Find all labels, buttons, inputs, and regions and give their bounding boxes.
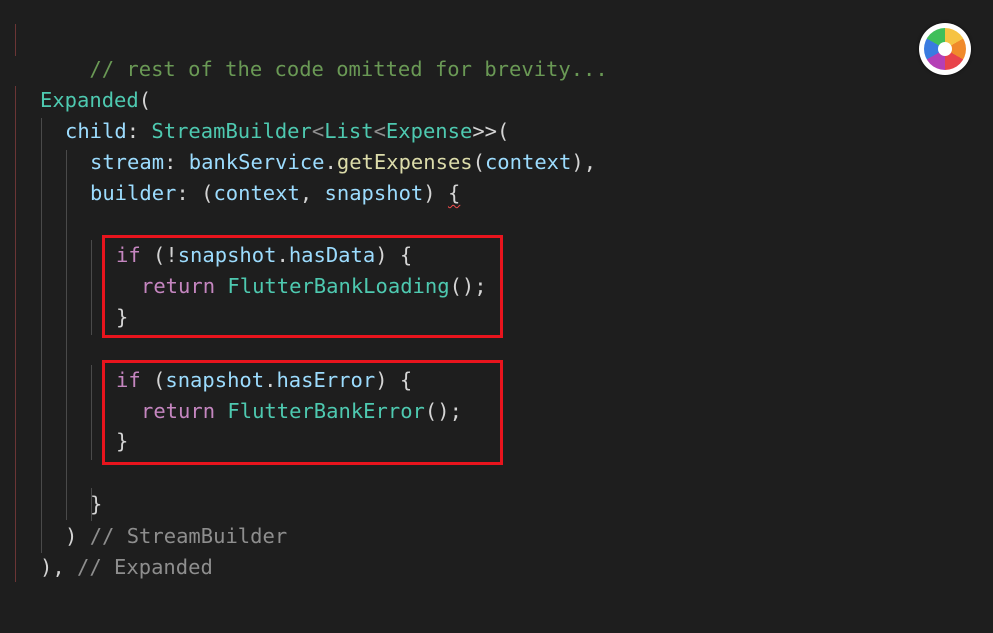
punctuation: : <box>126 119 152 143</box>
property-name: child <box>65 119 127 143</box>
punctuation: >>( <box>472 119 510 143</box>
indent-guide <box>15 86 16 582</box>
punctuation: < <box>373 119 386 143</box>
color-wheel-icon[interactable] <box>919 23 971 75</box>
punctuation: : ( <box>176 181 214 205</box>
variable-name: context <box>484 150 572 174</box>
code-comment: // StreamBuilder <box>89 524 288 548</box>
color-wheel-hub <box>938 42 952 56</box>
punctuation: , <box>299 181 325 205</box>
class-name: Expense <box>385 119 473 143</box>
punctuation: : <box>164 150 189 174</box>
code-line: stream: bankService.getExpenses(context)… <box>90 147 596 178</box>
variable-name: context <box>213 181 300 205</box>
code-comment: // Expanded <box>77 555 213 579</box>
punctuation: . <box>324 150 337 174</box>
punctuation: ), <box>571 150 597 174</box>
code-line: builder: (context, snapshot) { <box>90 178 460 209</box>
code-line: // rest of the code omitted for brevity.… <box>40 23 607 81</box>
property-name: builder <box>90 181 177 205</box>
punctuation: ( <box>138 88 152 112</box>
indent-guide <box>66 240 67 335</box>
class-name: Expanded <box>40 88 139 112</box>
code-line: Expanded( <box>40 85 151 116</box>
punctuation: ), <box>40 555 78 579</box>
code-line: ) // StreamBuilder <box>65 521 287 552</box>
indent-guide <box>66 150 67 520</box>
code-line: child: StreamBuilder<List<Expense>>( <box>65 116 509 147</box>
highlight-box-hasdata <box>102 235 503 338</box>
code-line: } <box>90 489 102 520</box>
function-name: getExpenses <box>336 150 473 174</box>
punctuation: ( <box>472 150 485 174</box>
variable-name: snapshot <box>324 181 424 205</box>
property-name: stream <box>90 150 165 174</box>
code-editor: // rest of the code omitted for brevity.… <box>0 0 993 633</box>
punctuation: } <box>90 492 103 516</box>
indent-guide <box>91 240 92 335</box>
punctuation: ) <box>423 181 448 205</box>
indent-guide <box>41 118 42 553</box>
variable-name: bankService <box>188 150 325 174</box>
code-comment: // rest of the code omitted for brevity.… <box>89 57 608 81</box>
punctuation: ) <box>65 524 90 548</box>
class-name: List <box>324 119 374 143</box>
error-squiggle[interactable]: { <box>448 181 460 205</box>
class-name: StreamBuilder <box>151 119 312 143</box>
indent-guide <box>15 24 16 56</box>
indent-guide <box>91 365 92 460</box>
code-line: ), // Expanded <box>40 552 213 583</box>
punctuation: < <box>311 119 325 143</box>
highlight-box-haserror <box>102 360 503 465</box>
